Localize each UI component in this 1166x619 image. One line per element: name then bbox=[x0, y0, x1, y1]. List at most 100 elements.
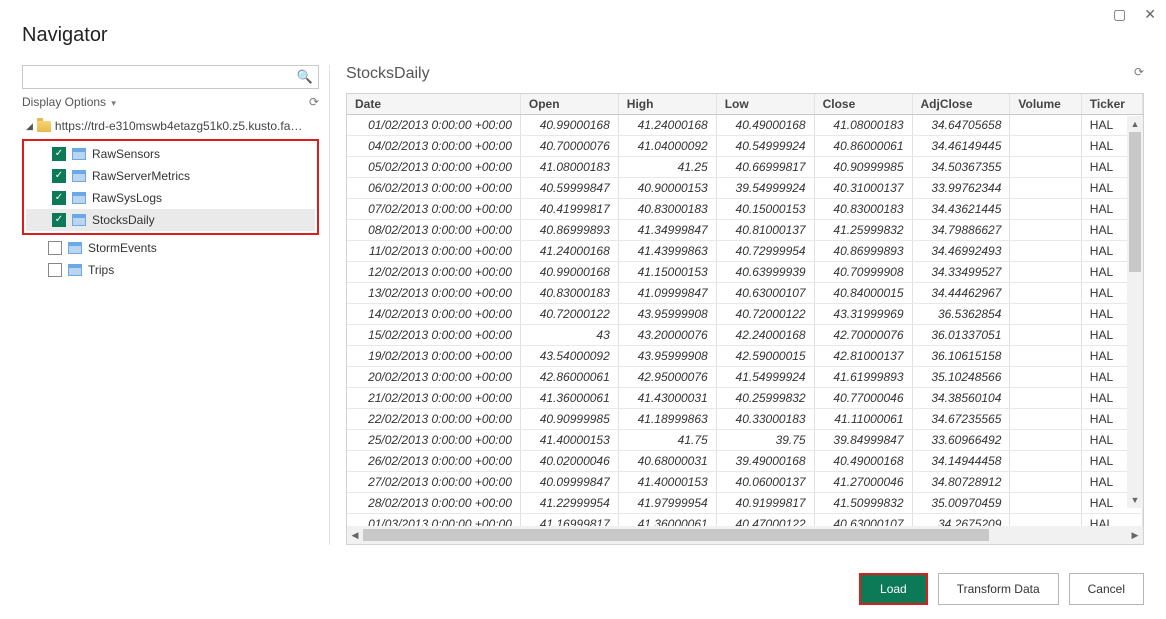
table-cell: 43.31999969 bbox=[814, 304, 912, 325]
table-row[interactable]: 12/02/2013 0:00:00 +00:0040.9900016841.1… bbox=[347, 262, 1143, 283]
table-cell: 39.54999924 bbox=[716, 178, 814, 199]
table-row[interactable]: 27/02/2013 0:00:00 +00:0040.0999984741.4… bbox=[347, 472, 1143, 493]
table-cell: 43 bbox=[520, 325, 618, 346]
table-cell: 41.09999847 bbox=[618, 283, 716, 304]
table-row[interactable]: 04/02/2013 0:00:00 +00:0040.7000007641.0… bbox=[347, 136, 1143, 157]
column-header[interactable]: Close bbox=[814, 94, 912, 115]
tree-item-stormevents[interactable]: StormEvents bbox=[22, 237, 319, 259]
table-cell: 40.59999847 bbox=[520, 178, 618, 199]
cancel-button[interactable]: Cancel bbox=[1069, 573, 1144, 605]
table-cell: 41.15000153 bbox=[618, 262, 716, 283]
horizontal-scrollbar[interactable]: ◀ ▶ bbox=[347, 526, 1143, 544]
table-cell: 40.83000183 bbox=[618, 199, 716, 220]
table-row[interactable]: 08/02/2013 0:00:00 +00:0040.8699989341.3… bbox=[347, 220, 1143, 241]
scroll-right-icon[interactable]: ▶ bbox=[1127, 526, 1143, 544]
search-input[interactable] bbox=[22, 65, 319, 89]
column-header[interactable]: Ticker bbox=[1081, 94, 1142, 115]
table-cell: 40.84000015 bbox=[814, 283, 912, 304]
table-row[interactable]: 28/02/2013 0:00:00 +00:0041.2299995441.9… bbox=[347, 493, 1143, 514]
checkbox[interactable] bbox=[48, 241, 62, 255]
scroll-down-icon[interactable]: ▼ bbox=[1127, 492, 1143, 508]
caret-down-icon: ▾ bbox=[111, 98, 116, 108]
table-cell: 40.06000137 bbox=[716, 472, 814, 493]
tree-item-label: StormEvents bbox=[88, 241, 157, 255]
tree-item-rawsyslogs[interactable]: ✓RawSysLogs bbox=[26, 187, 315, 209]
display-options-dropdown[interactable]: Display Options ▾ bbox=[22, 95, 116, 109]
tree-item-trips[interactable]: Trips bbox=[22, 259, 319, 281]
table-row[interactable]: 15/02/2013 0:00:00 +00:004343.2000007642… bbox=[347, 325, 1143, 346]
tree-item-rawservermetrics[interactable]: ✓ RawServerMetrics bbox=[26, 165, 315, 187]
checkbox[interactable] bbox=[48, 263, 62, 277]
table-cell: 40.90999985 bbox=[814, 157, 912, 178]
table-cell: 08/02/2013 0:00:00 +00:00 bbox=[347, 220, 520, 241]
column-header[interactable]: Date bbox=[347, 94, 520, 115]
table-cell: 07/02/2013 0:00:00 +00:00 bbox=[347, 199, 520, 220]
table-icon bbox=[68, 242, 82, 254]
transform-data-button[interactable]: Transform Data bbox=[938, 573, 1059, 605]
table-cell: 40.63999939 bbox=[716, 262, 814, 283]
tree-item-label: Trips bbox=[88, 263, 114, 277]
table-cell: 40.72999954 bbox=[716, 241, 814, 262]
vertical-scrollbar[interactable]: ▲ ▼ bbox=[1127, 116, 1143, 508]
column-header[interactable]: Volume bbox=[1010, 94, 1081, 115]
tree-root-connection[interactable]: ◢ https://trd-e310mswb4etazg51k0.z5.kust… bbox=[22, 115, 319, 137]
table-row[interactable]: 22/02/2013 0:00:00 +00:0040.9099998541.1… bbox=[347, 409, 1143, 430]
table-cell: 41.40000153 bbox=[618, 472, 716, 493]
table-row[interactable]: 05/02/2013 0:00:00 +00:0041.0800018341.2… bbox=[347, 157, 1143, 178]
table-row[interactable]: 13/02/2013 0:00:00 +00:0040.8300018341.0… bbox=[347, 283, 1143, 304]
preview-refresh-icon[interactable]: ⟳ bbox=[1134, 65, 1144, 79]
table-icon bbox=[72, 214, 86, 226]
table-cell bbox=[1010, 367, 1081, 388]
table-cell: 26/02/2013 0:00:00 +00:00 bbox=[347, 451, 520, 472]
table-cell: 40.68000031 bbox=[618, 451, 716, 472]
checkbox[interactable]: ✓ bbox=[52, 147, 66, 161]
table-cell: 21/02/2013 0:00:00 +00:00 bbox=[347, 388, 520, 409]
table-cell bbox=[1010, 157, 1081, 178]
table-cell: 39.84999847 bbox=[814, 430, 912, 451]
table-row[interactable]: 20/02/2013 0:00:00 +00:0042.8600006142.9… bbox=[347, 367, 1143, 388]
table-cell: 40.86000061 bbox=[814, 136, 912, 157]
table-row[interactable]: 26/02/2013 0:00:00 +00:0040.0200004640.6… bbox=[347, 451, 1143, 472]
column-header[interactable]: High bbox=[618, 94, 716, 115]
table-cell: 04/02/2013 0:00:00 +00:00 bbox=[347, 136, 520, 157]
load-button[interactable]: Load bbox=[861, 575, 926, 603]
table-cell: 35.00970459 bbox=[912, 493, 1010, 514]
table-row[interactable]: 07/02/2013 0:00:00 +00:0040.4199981740.8… bbox=[347, 199, 1143, 220]
table-row[interactable]: 01/02/2013 0:00:00 +00:0040.9900016841.2… bbox=[347, 115, 1143, 136]
navigator-sidebar: 🔍 Display Options ▾ ⟳ ◢ https://trd-e310… bbox=[22, 65, 330, 545]
table-row[interactable]: 11/02/2013 0:00:00 +00:0041.2400016841.4… bbox=[347, 241, 1143, 262]
table-cell bbox=[1010, 220, 1081, 241]
close-icon[interactable]: ✕ bbox=[1144, 6, 1156, 23]
table-row[interactable]: 21/02/2013 0:00:00 +00:0041.3600006141.4… bbox=[347, 388, 1143, 409]
table-cell: 13/02/2013 0:00:00 +00:00 bbox=[347, 283, 520, 304]
table-cell: 40.15000153 bbox=[716, 199, 814, 220]
table-row[interactable]: 01/03/2013 0:00:00 +00:0041.1699981741.3… bbox=[347, 514, 1143, 527]
checkbox[interactable]: ✓ bbox=[52, 213, 66, 227]
table-cell: 40.90000153 bbox=[618, 178, 716, 199]
table-row[interactable]: 14/02/2013 0:00:00 +00:0040.7200012243.9… bbox=[347, 304, 1143, 325]
table-cell: 41.61999893 bbox=[814, 367, 912, 388]
table-cell bbox=[1010, 472, 1081, 493]
table-cell: 40.09999847 bbox=[520, 472, 618, 493]
maximize-icon[interactable]: ▢ bbox=[1113, 6, 1126, 23]
table-cell bbox=[1010, 388, 1081, 409]
checkbox[interactable]: ✓ bbox=[52, 191, 66, 205]
scroll-left-icon[interactable]: ◀ bbox=[347, 526, 363, 544]
search-icon[interactable]: 🔍 bbox=[297, 69, 313, 85]
table-row[interactable]: 25/02/2013 0:00:00 +00:0041.4000015341.7… bbox=[347, 430, 1143, 451]
column-header[interactable]: Open bbox=[520, 94, 618, 115]
table-row[interactable]: 06/02/2013 0:00:00 +00:0040.5999984740.9… bbox=[347, 178, 1143, 199]
table-cell: 41.22999954 bbox=[520, 493, 618, 514]
tree-item-rawsensors[interactable]: ✓RawSensors bbox=[26, 143, 315, 165]
refresh-icon[interactable]: ⟳ bbox=[309, 95, 319, 109]
table-cell: 41.50999832 bbox=[814, 493, 912, 514]
checkbox[interactable]: ✓ bbox=[52, 169, 66, 183]
tree-item-stocksdaily[interactable]: ✓ StocksDaily bbox=[26, 209, 315, 231]
collapse-icon[interactable]: ◢ bbox=[26, 121, 33, 132]
scroll-up-icon[interactable]: ▲ bbox=[1127, 116, 1143, 132]
tree-item-label: RawServerMetrics bbox=[92, 169, 190, 183]
column-header[interactable]: Low bbox=[716, 94, 814, 115]
table-row[interactable]: 19/02/2013 0:00:00 +00:0043.5400009243.9… bbox=[347, 346, 1143, 367]
column-header[interactable]: AdjClose bbox=[912, 94, 1010, 115]
tree-item-label: StocksDaily bbox=[92, 213, 155, 227]
